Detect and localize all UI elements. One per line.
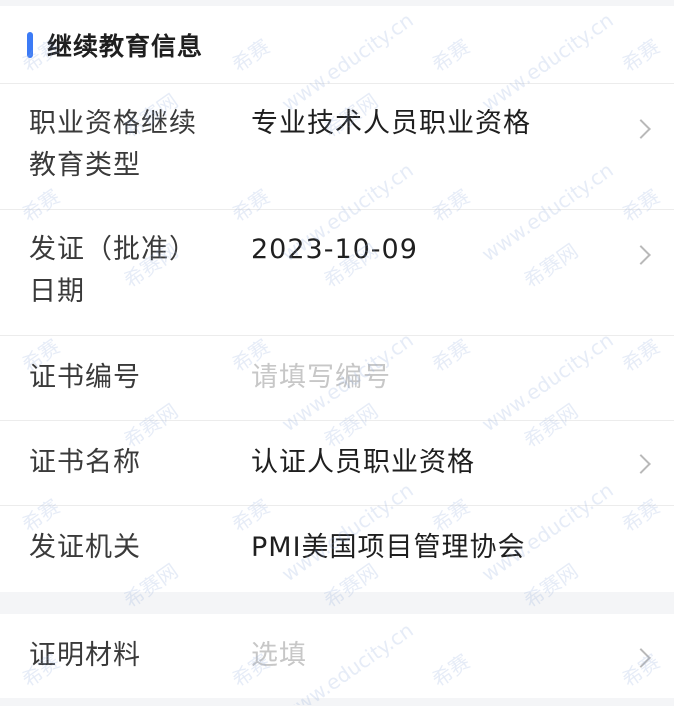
row-issue-date[interactable]: 发证（批准） 日期 2023-10-09 [0, 210, 674, 336]
issue-date-value: 2023-10-09 [251, 234, 418, 265]
row-supporting-materials[interactable]: 证明材料 选填 [0, 614, 674, 698]
row-education-type[interactable]: 职业资格继续 教育类型 专业技术人员职业资格 [0, 84, 674, 210]
section-gap [0, 592, 674, 614]
chevron-right-icon [631, 245, 651, 265]
section-title: 继续教育信息 [47, 31, 204, 61]
row-label: 发证机关 [29, 532, 141, 563]
row-label: 证书编号 [29, 362, 141, 393]
row-label-line1: 职业资格继续 [29, 108, 197, 139]
certificate-number-input[interactable]: 请填写编号 [251, 357, 624, 399]
issuing-authority-value: PMI美国项目管理协会 [251, 532, 526, 563]
row-label: 职业资格继续 教育类型 [29, 103, 224, 187]
certificate-name-value: 认证人员职业资格 [251, 447, 475, 478]
continuing-education-card: 继续教育信息 职业资格继续 教育类型 专业技术人员职业资格 发证（批准） 日期 … [0, 6, 674, 592]
row-label-line2: 教育类型 [29, 150, 141, 181]
education-type-value: 专业技术人员职业资格 [251, 108, 531, 139]
row-label: 发证（批准） 日期 [29, 229, 224, 313]
row-certificate-number[interactable]: 证书编号 请填写编号 [0, 336, 674, 421]
chevron-right-icon [631, 648, 651, 668]
chevron-right-icon [631, 119, 651, 139]
materials-value[interactable]: 选填 [251, 635, 624, 677]
row-label-line2: 日期 [29, 276, 85, 307]
row-label-line1: 发证（批准） [29, 234, 197, 265]
row-issuing-authority[interactable]: 发证机关 PMI美国项目管理协会 [0, 506, 674, 592]
row-label: 证书名称 [29, 447, 141, 478]
section-accent-bar [27, 31, 33, 58]
materials-label: 证明材料 [29, 640, 141, 671]
row-certificate-name[interactable]: 证书名称 认证人员职业资格 [0, 421, 674, 506]
chevron-right-icon [631, 454, 651, 474]
section-header: 继续教育信息 [0, 6, 674, 84]
